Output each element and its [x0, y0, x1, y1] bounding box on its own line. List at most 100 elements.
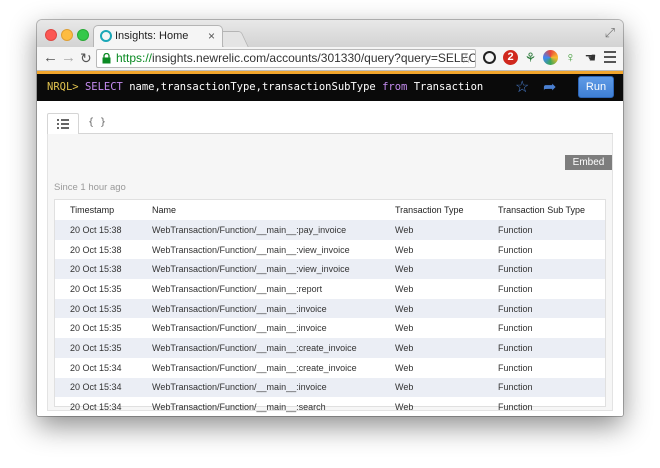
cell-name: WebTransaction/Function/__main__:invoice — [152, 382, 327, 393]
cell-name: WebTransaction/Function/__main__:create_… — [152, 362, 357, 373]
table-row: 20 Oct 15:38 WebTransaction/Function/__ma… — [55, 220, 605, 240]
list-icon — [57, 119, 69, 131]
tab-title: Insights: Home — [115, 30, 189, 42]
cell-subtype: Function — [498, 323, 533, 334]
browser-window: Insights: Home × ⤢ ← → ↻ https://insight… — [37, 20, 623, 416]
cell-subtype: Function — [498, 382, 533, 393]
column-header-name: Name — [152, 205, 177, 215]
table-row: 20 Oct 15:38 WebTransaction/Function/__ma… — [55, 259, 605, 280]
cell-name: WebTransaction/Function/__main__:view_in… — [152, 264, 350, 275]
minimize-window-button[interactable] — [61, 29, 73, 41]
cell-name: WebTransaction/Function/__main__:create_… — [152, 342, 357, 353]
extension-leaf-icon[interactable]: ⚘ — [523, 50, 538, 65]
tab-table-view[interactable] — [47, 113, 79, 135]
tab-json-view[interactable]: { } — [81, 113, 113, 134]
view-tabs: { } — [47, 113, 613, 135]
close-window-button[interactable] — [45, 29, 57, 41]
cell-type: Web — [395, 402, 414, 413]
browser-tab[interactable]: Insights: Home × — [93, 25, 223, 47]
time-range-label: Since 1 hour ago — [54, 182, 126, 193]
query-results-area: { } Embed Since 1 hour ago Timestamp Nam… — [37, 101, 623, 416]
cell-name: WebTransaction/Function/__main__:pay_inv… — [152, 224, 347, 235]
cell-name: WebTransaction/Function/__main__:invoice — [152, 323, 327, 334]
cell-timestamp: 20 Oct 15:34 — [70, 402, 122, 413]
cell-subtype: Function — [498, 342, 533, 353]
cell-type: Web — [395, 244, 414, 255]
extension-evernote-icon[interactable]: ♀ — [563, 50, 578, 65]
cell-timestamp: 20 Oct 15:38 — [70, 244, 122, 255]
extension-badge-icon[interactable]: 2 — [503, 50, 518, 65]
cell-subtype: Function — [498, 224, 533, 235]
column-header-timestamp: Timestamp — [70, 205, 115, 215]
cell-timestamp: 20 Oct 15:34 — [70, 362, 122, 373]
url-text: https://insights.newrelic.com/accounts/3… — [116, 50, 475, 67]
cell-subtype: Function — [498, 303, 533, 314]
query-fields: name,transactionType,transactionSubType — [129, 81, 376, 93]
tab-close-icon[interactable]: × — [208, 29, 215, 43]
table-row: 20 Oct 15:34 WebTransaction/Function/__ma… — [55, 377, 605, 398]
forward-arrow-icon[interactable]: → — [61, 49, 76, 66]
url-scheme: https:// — [116, 51, 153, 65]
select-keyword: SELECT — [84, 81, 123, 93]
share-arrow-icon[interactable]: ➦ — [543, 77, 556, 97]
extension-ring-icon[interactable] — [483, 51, 496, 64]
cell-subtype: Function — [498, 264, 533, 275]
table-row: 20 Oct 15:35 WebTransaction/Function/__ma… — [55, 318, 605, 338]
cell-type: Web — [395, 323, 414, 334]
nrql-query-bar[interactable]: NRQL> SELECT name,transactionType,transa… — [37, 71, 623, 101]
cell-type: Web — [395, 283, 414, 294]
fullscreen-icon[interactable]: ⤢ — [605, 25, 615, 41]
cell-type: Web — [395, 362, 414, 373]
table-row: 20 Oct 15:34 WebTransaction/Function/__ma… — [55, 358, 605, 378]
cell-name: WebTransaction/Function/__main__:search — [152, 402, 326, 413]
zoom-window-button[interactable] — [77, 29, 89, 41]
bookmark-star-icon[interactable]: ☆ — [460, 50, 472, 67]
cell-timestamp: 20 Oct 15:35 — [70, 342, 122, 353]
cell-timestamp: 20 Oct 15:35 — [70, 283, 122, 294]
cell-name: WebTransaction/Function/__main__:view_in… — [152, 244, 350, 255]
cell-subtype: Function — [498, 402, 533, 413]
cell-name: WebTransaction/Function/__main__:invoice — [152, 303, 327, 314]
cell-type: Web — [395, 264, 414, 275]
from-keyword: from — [382, 81, 408, 93]
cell-type: Web — [395, 342, 414, 353]
cell-timestamp: 20 Oct 15:38 — [70, 224, 122, 235]
table-row: 20 Oct 15:35 WebTransaction/Function/__ma… — [55, 298, 605, 319]
url-path: insights.newrelic.com/accounts/301330/qu… — [152, 51, 475, 65]
nrql-query-input[interactable]: NRQL> SELECT name,transactionType,transa… — [47, 81, 483, 93]
favorite-star-icon[interactable]: ☆ — [515, 77, 529, 97]
table-row: 20 Oct 15:35 WebTransaction/Function/__ma… — [55, 279, 605, 299]
extension-color-wheel-icon[interactable] — [543, 50, 558, 65]
cell-timestamp: 20 Oct 15:35 — [70, 303, 122, 314]
table-header-row: Timestamp Name Transaction Type Transact… — [55, 200, 605, 220]
cell-type: Web — [395, 382, 414, 393]
run-button[interactable]: Run — [578, 76, 614, 98]
cell-timestamp: 20 Oct 15:38 — [70, 264, 122, 275]
cell-subtype: Function — [498, 283, 533, 294]
newrelic-favicon-icon — [100, 30, 112, 42]
lock-icon — [102, 53, 111, 64]
cell-timestamp: 20 Oct 15:34 — [70, 382, 122, 393]
table-row: 20 Oct 15:35 WebTransaction/Function/__ma… — [55, 338, 605, 358]
cell-type: Web — [395, 224, 414, 235]
cell-subtype: Function — [498, 244, 533, 255]
cell-timestamp: 20 Oct 15:35 — [70, 323, 122, 334]
cell-type: Web — [395, 303, 414, 314]
nrql-prompt: NRQL> — [47, 81, 79, 93]
title-bar: Insights: Home × ⤢ — [37, 20, 623, 47]
hamburger-menu-icon[interactable] — [604, 51, 616, 66]
cell-subtype: Function — [498, 362, 533, 373]
column-header-transaction-type: Transaction Type — [395, 205, 464, 215]
back-arrow-icon[interactable]: ← — [43, 49, 58, 66]
results-table: Timestamp Name Transaction Type Transact… — [54, 199, 606, 412]
extension-hand-icon[interactable]: ☚ — [583, 50, 598, 65]
reload-icon[interactable]: ↻ — [80, 50, 92, 67]
embed-button[interactable]: Embed — [565, 155, 612, 170]
cell-name: WebTransaction/Function/__main__:report — [152, 283, 323, 294]
query-table: Transaction — [413, 81, 484, 93]
table-row: 20 Oct 15:34 WebTransaction/Function/__ma… — [55, 397, 605, 416]
table-row: 20 Oct 15:38 WebTransaction/Function/__ma… — [55, 240, 605, 260]
column-header-transaction-sub-type: Transaction Sub Type — [498, 205, 586, 215]
address-bar[interactable]: https://insights.newrelic.com/accounts/3… — [96, 49, 476, 68]
browser-toolbar: ← → ↻ https://insights.newrelic.com/acco… — [37, 47, 623, 71]
